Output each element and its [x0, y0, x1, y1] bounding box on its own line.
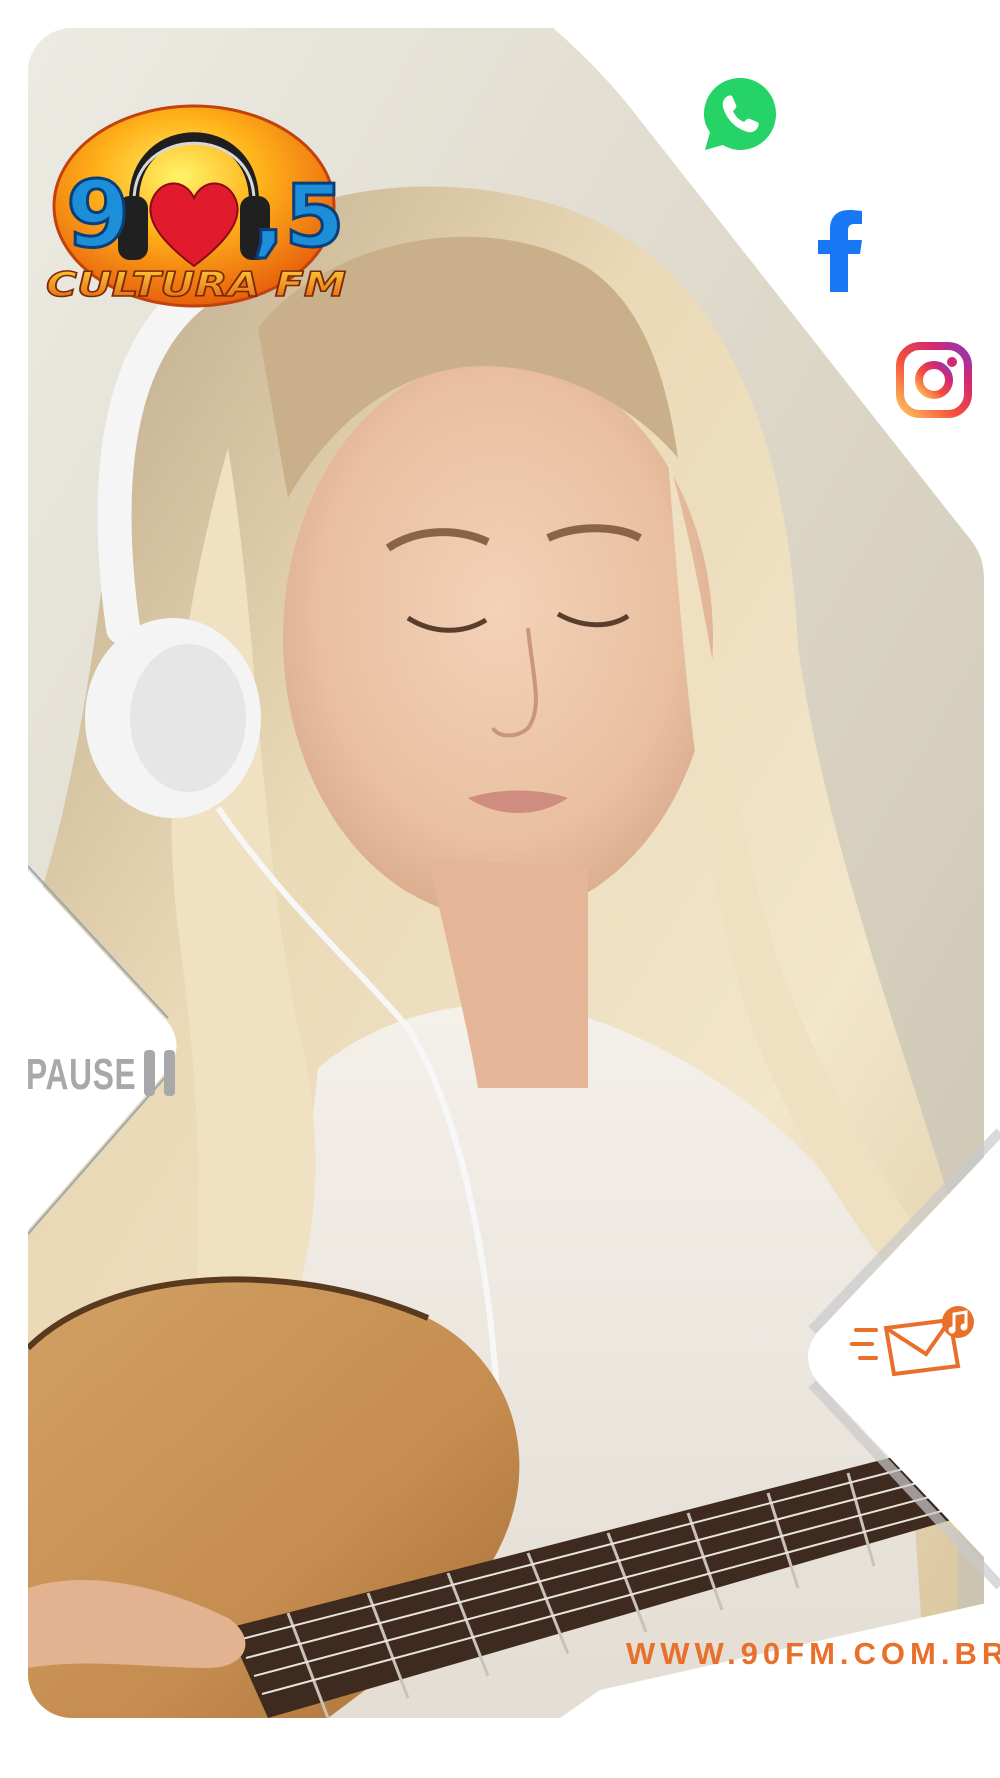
facebook-button[interactable] — [810, 204, 870, 294]
whatsapp-icon — [704, 78, 776, 150]
logo-number-right: ,5 — [252, 167, 345, 267]
facebook-icon — [818, 210, 862, 292]
pause-label: PAUSE — [26, 1050, 137, 1099]
instagram-button[interactable] — [894, 340, 974, 420]
mail-music-icon — [850, 1306, 974, 1377]
pause-button[interactable]: PAUSE — [26, 1040, 206, 1110]
station-logo: 9 ,5 CULTURA FM — [44, 96, 354, 326]
website-link[interactable]: WWW.90FM.COM.BR — [626, 1636, 1000, 1686]
app-screen: rier 4:36 P 9 ,5 CULTURA FM PAUSE WWW.90… — [0, 0, 1000, 1778]
whatsapp-button[interactable] — [700, 74, 780, 154]
logo-wordmark: CULTURA FM — [46, 265, 346, 305]
logo-number-left: 9 — [66, 161, 130, 268]
instagram-icon — [896, 342, 972, 418]
song-request-button[interactable] — [850, 1300, 980, 1390]
pause-icon — [142, 1050, 182, 1096]
